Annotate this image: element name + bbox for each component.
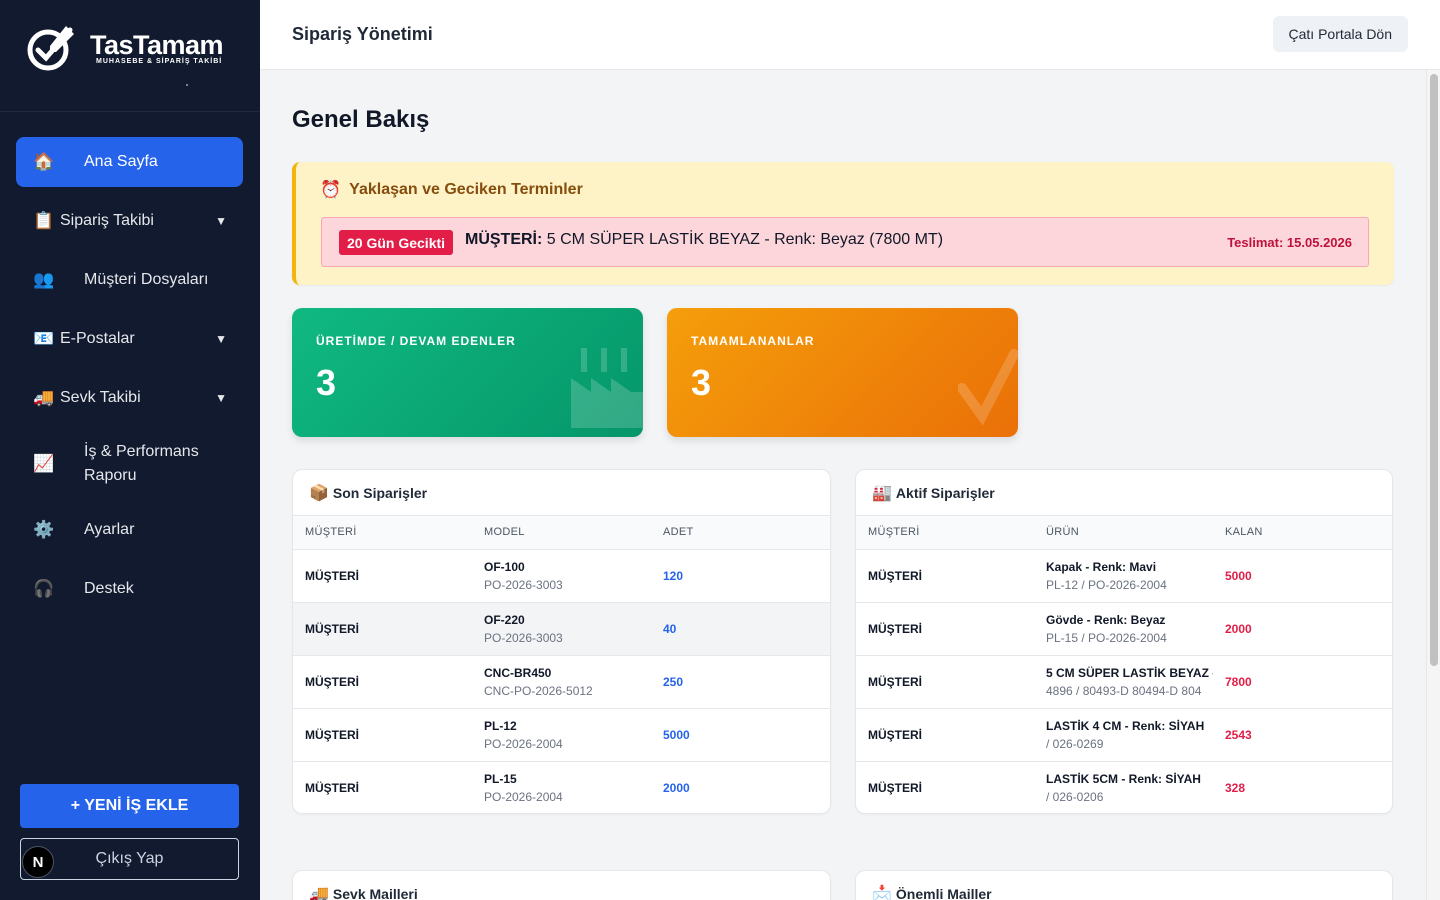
brand-name: TasTamam: [90, 30, 224, 60]
table-row[interactable]: MÜŞTERİ PL-12 PO-2026-2004 5000: [293, 708, 830, 762]
clipboard-icon: 📋: [33, 211, 55, 230]
panel-title: 📦 Son Siparişler: [293, 470, 830, 516]
logo-area: TasTamam MUHASEBE & SİPARİŞ TAKİBİ: [0, 0, 260, 112]
sidebar-item-label: E-Postalar: [60, 330, 135, 347]
stat-card-completed[interactable]: TAMAMLANANLAR 3: [667, 308, 1018, 437]
sidebar-item-e-postalar[interactable]: 📧 E-Postalar ▼: [16, 314, 243, 364]
sidebar-item-ayarlar[interactable]: ⚙️ Ayarlar: [16, 505, 243, 555]
stat-value: 3: [316, 362, 337, 403]
column-header: ÜRÜN: [1034, 516, 1213, 550]
topbar: Sipariş Yönetimi Çatı Portala Dön: [260, 0, 1440, 70]
stat-label: ÜRETİMDE / DEVAM EDENLER: [316, 334, 516, 348]
truck-icon: 🚚: [309, 885, 329, 900]
gear-icon: ⚙️: [33, 520, 55, 539]
important-mails-panel: 📩 Önemli Mailler: [855, 870, 1393, 900]
main-content: Genel Bakış ⏰ Yaklaşan ve Geciken Termin…: [260, 70, 1426, 900]
sidebar-item-destek[interactable]: 🎧 Destek: [16, 564, 243, 614]
deadline-alert-panel: ⏰ Yaklaşan ve Geciken Terminler 20 Gün G…: [292, 162, 1394, 285]
sidebar-item-label: Destek: [84, 580, 134, 597]
sidebar-item-performans-raporu[interactable]: 📈 İş & Performans Raporu: [16, 432, 243, 496]
table-row[interactable]: MÜŞTERİ LASTİK 5CM - Renk: SİYAH/ 026-02…: [856, 761, 1392, 813]
sidebar-item-label: Ayarlar: [84, 521, 135, 538]
table-row[interactable]: MÜŞTERİ 5 CM SÜPER LASTİK BEYAZ -4896 / …: [856, 655, 1392, 709]
stat-value: 3: [691, 362, 712, 403]
table-row[interactable]: MÜŞTERİ LASTİK 4 CM - Renk: SİYAH/ 026-0…: [856, 708, 1392, 762]
alert-item-text: MÜŞTERİ: 5 CM SÜPER LASTİK BEYAZ - Renk:…: [465, 231, 944, 248]
sidebar-item-label: Sipariş Takibi: [60, 212, 154, 229]
sidebar-item-sevk-takibi[interactable]: 🚚 Sevk Takibi ▼: [16, 373, 243, 423]
truck-icon: 🚚: [33, 388, 55, 407]
topbar-title: Sipariş Yönetimi: [292, 24, 433, 44]
sidebar-item-label: Ana Sayfa: [84, 153, 158, 170]
chart-icon: 📈: [33, 454, 55, 473]
active-orders-panel: 🏭 Aktif Siparişler MÜŞTERİ ÜRÜN KALAN MÜ…: [855, 469, 1393, 814]
home-icon: 🏠: [33, 152, 55, 171]
users-icon: 👥: [33, 270, 55, 289]
sidebar: TasTamam MUHASEBE & SİPARİŞ TAKİBİ 🏠 Ana…: [0, 0, 260, 900]
sidebar-nav: 🏠 Ana Sayfa 📋 Sipariş Takibi ▼ 👥 Müşteri…: [16, 137, 243, 623]
column-header: MÜŞTERİ: [293, 516, 472, 550]
scrollbar-thumb[interactable]: [1430, 74, 1438, 666]
table-header-row: MÜŞTERİ ÜRÜN KALAN: [856, 516, 1392, 550]
table-row[interactable]: MÜŞTERİ Gövde - Renk: Beyaz PL-15 / PO-20…: [856, 602, 1392, 656]
recent-orders-panel: 📦 Son Siparişler MÜŞTERİ MODEL ADET MÜŞT…: [292, 469, 831, 814]
table-row[interactable]: MÜŞTERİ CNC-BR450 CNC-PO-2026-5012 250: [293, 655, 830, 709]
column-header: MODEL: [472, 516, 651, 550]
mail-icon: 📧: [33, 329, 55, 348]
alert-item[interactable]: 20 Gün Gecikti MÜŞTERİ: 5 CM SÜPER LASTİ…: [321, 217, 1369, 267]
main-scrollbar[interactable]: [1426, 70, 1440, 900]
table-row[interactable]: MÜŞTERİ Kapak - Renk: Mavi PL-12 / PO-202…: [856, 549, 1392, 603]
chevron-down-icon: ▼: [215, 332, 227, 346]
headset-icon: 🎧: [33, 579, 55, 598]
sidebar-item-label: Sevk Takibi: [60, 389, 141, 406]
panel-title: 🚚 Sevk Mailleri: [293, 871, 830, 900]
factory-icon: [571, 348, 643, 428]
dev-tools-badge[interactable]: N: [22, 846, 54, 878]
chevron-down-icon: ▼: [215, 391, 227, 405]
column-header: KALAN: [1213, 516, 1392, 550]
chevron-down-icon: ▼: [215, 214, 227, 228]
sidebar-item-ana-sayfa[interactable]: 🏠 Ana Sayfa: [16, 137, 243, 187]
inbox-icon: 📩: [872, 885, 892, 900]
panel-title: 📩 Önemli Mailler: [856, 871, 1392, 900]
page-title: Genel Bakış: [292, 106, 430, 133]
table-header-row: MÜŞTERİ MODEL ADET: [293, 516, 830, 550]
recent-orders-table: MÜŞTERİ MODEL ADET MÜŞTERİ OF-100 PO-2026…: [293, 516, 830, 813]
late-badge: 20 Gün Gecikti: [339, 230, 454, 255]
shipping-mails-panel: 🚚 Sevk Mailleri: [292, 870, 831, 900]
alarm-clock-icon: ⏰: [320, 180, 342, 199]
package-icon: 📦: [309, 484, 329, 502]
table-row[interactable]: MÜŞTERİ PL-15 PO-2026-2004 2000: [293, 761, 830, 813]
table-row[interactable]: MÜŞTERİ OF-220 PO-2026-3003 40: [293, 602, 830, 656]
new-job-button[interactable]: + YENİ İŞ EKLE: [20, 784, 239, 828]
brand-tagline: MUHASEBE & SİPARİŞ TAKİBİ: [96, 58, 223, 65]
stat-label: TAMAMLANANLAR: [691, 334, 815, 348]
column-header: MÜŞTERİ: [856, 516, 1034, 550]
panel-title: 🏭 Aktif Siparişler: [856, 470, 1392, 516]
logo-icon: [27, 26, 74, 71]
column-header: ADET: [651, 516, 830, 550]
sidebar-item-musteri-dosyalari[interactable]: 👥 Müşteri Dosyaları: [16, 255, 243, 305]
factory-icon: 🏭: [872, 484, 892, 502]
sidebar-item-siparis-takibi[interactable]: 📋 Sipariş Takibi ▼: [16, 196, 243, 246]
active-orders-table: MÜŞTERİ ÜRÜN KALAN MÜŞTERİ Kapak - Renk:…: [856, 516, 1392, 813]
sidebar-item-label: Müşteri Dosyaları: [84, 271, 209, 288]
stat-card-in-production[interactable]: ÜRETİMDE / DEVAM EDENLER 3: [292, 308, 643, 437]
sidebar-item-label: İş & Performans Raporu: [84, 443, 199, 484]
alert-title: ⏰ Yaklaşan ve Geciken Terminler: [320, 180, 583, 199]
portal-return-button[interactable]: Çatı Portala Dön: [1272, 16, 1408, 52]
table-row[interactable]: MÜŞTERİ OF-100 PO-2026-3003 120: [293, 549, 830, 603]
checkmark-icon: [958, 349, 1018, 426]
delivery-date: Teslimat: 15.05.2026: [1227, 235, 1352, 250]
